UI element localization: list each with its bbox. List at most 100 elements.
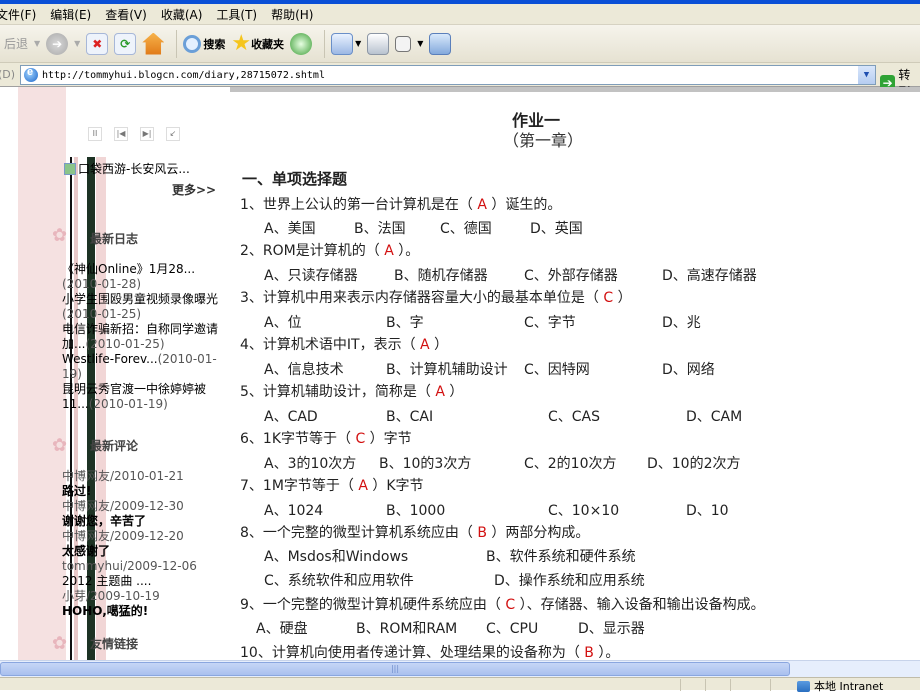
answer-option: B、1000: [386, 503, 446, 519]
status-divider: [705, 679, 706, 691]
forward-button[interactable]: ➔ ▼: [46, 32, 81, 55]
comment-item[interactable]: tommyhui/2009-12-06 2012 主题曲 ....: [62, 559, 222, 589]
chevron-down-icon: ▼: [34, 39, 41, 48]
pause-button[interactable]: II: [88, 127, 102, 141]
back-button[interactable]: 后退 ▼: [4, 35, 40, 52]
answer-option: C、2的10次方: [524, 456, 617, 472]
question-stem-end: ）诞生的。: [486, 197, 562, 213]
answer-option: B、CAI: [386, 409, 434, 425]
status-divider: [680, 679, 681, 691]
menu-edit[interactable]: 编辑(E): [50, 6, 91, 23]
answer-letter: A: [420, 337, 430, 353]
question-text: 5、计算机辅助设计，简称是（ A ）: [240, 381, 463, 401]
flower-icon: ✿: [52, 633, 68, 654]
question-stem: 8、一个完整的微型计算机系统应由（: [240, 525, 478, 541]
popout-button[interactable]: ↙: [166, 127, 180, 141]
favorites-button[interactable]: ★ 收藏夹: [231, 32, 284, 55]
refresh-icon[interactable]: ⟳: [114, 32, 137, 55]
toolbar-divider: [176, 29, 178, 58]
header-shadow: [230, 87, 920, 92]
question-stem: 6、1K字节等于（: [240, 431, 356, 447]
recent-post-item[interactable]: 昆明云秀官渡一中徐婷婷被11...(2010-01-19): [62, 382, 222, 412]
question-stem: 10、计算机向使用者传递计算、处理结果的设备称为（: [240, 645, 585, 660]
question-text: 8、一个完整的微型计算机系统应由（ B ）两部分构成。: [240, 522, 589, 542]
status-bar: 本地 Intranet: [0, 677, 920, 693]
answer-option: A、只读存储器: [264, 268, 358, 284]
question-stem-end: ）字节: [365, 431, 412, 447]
previous-button[interactable]: |◀: [114, 127, 128, 141]
recent-post-item[interactable]: 电信诈骗新招：自称同学邀请加...(2010-01-25): [62, 322, 222, 352]
answer-option: C、10×10: [548, 503, 620, 519]
question-text: 2、ROM是计算机的（ A ）。: [240, 240, 419, 260]
question-stem-end: ）。: [393, 243, 420, 259]
question-text: 6、1K字节等于（ C ）字节: [240, 428, 412, 448]
flower-icon: ✿: [52, 225, 68, 246]
more-link[interactable]: 更多>>: [172, 181, 216, 198]
recent-post-item[interactable]: 小学生围殴男童视频录像曝光(2010-01-25): [62, 292, 222, 322]
answer-option: D、高速存储器: [662, 268, 757, 284]
question-text: 9、一个完整的微型计算机硬件系统应由（ C ）、存储器、输入设备和输出设备构成。: [240, 594, 765, 614]
menu-help[interactable]: 帮助(H): [271, 6, 313, 23]
recent-comments-list: 中博网友/2010-01-21 路过! 中博网友/2009-12-30 谢谢您，辛苦…: [62, 469, 222, 619]
answer-option: A、Msdos和Windows: [264, 549, 409, 565]
edit-page-icon: [395, 35, 412, 52]
answer-option: A、3的10次方: [264, 456, 357, 472]
answer-letter: C: [355, 431, 366, 447]
comment-item[interactable]: 小芽/2009-10-19 HOHO,噶猛的!: [62, 589, 222, 619]
question-text: 4、计算机术语中IT，表示（ A ）: [240, 334, 448, 354]
answer-option: B、计算机辅助设计: [386, 362, 508, 378]
question-stem-end: ）: [429, 337, 449, 353]
question-text: 3、计算机中用来表示内存储器容量大小的最基本单位是（ C ）: [240, 287, 632, 307]
question-stem: 1、世界上公认的第一台计算机是在（: [240, 197, 478, 213]
research-icon[interactable]: [429, 32, 452, 55]
menu-view[interactable]: 查看(V): [105, 6, 147, 23]
home-icon[interactable]: [142, 32, 165, 55]
url-input[interactable]: http://tommyhui.blogcn.com/diary,2871507…: [20, 65, 876, 85]
answer-option: D、操作系统和应用系统: [494, 573, 645, 589]
security-zone: 本地 Intranet: [797, 678, 883, 694]
print-icon[interactable]: [367, 32, 390, 55]
status-divider: [770, 679, 771, 691]
links-title: 友情链接: [90, 637, 139, 651]
question-stem-end: ）: [444, 384, 464, 400]
recent-posts-list: 《神仙Online》1月28...(2010-01-28) 小学生围殴男童视频录…: [62, 262, 222, 412]
answer-option: D、10: [686, 503, 729, 519]
page-content: II |◀ ▶| ↙ 口袋西游-长安风云... 更多>> ✿ 最新日志 《神仙O…: [0, 87, 920, 660]
forward-arrow-icon: ➔: [46, 32, 69, 55]
scrollbar-thumb[interactable]: |||: [0, 662, 790, 676]
answer-letter: B: [584, 645, 594, 660]
chevron-down-icon: ▼: [74, 39, 81, 48]
answer-option: C、德国: [440, 221, 492, 237]
question-stem-end: ）、存储器、输入设备和输出设备构成。: [515, 597, 765, 613]
edit-button[interactable]: ▼: [395, 35, 423, 52]
answer-letter: C: [505, 597, 516, 613]
answer-option: C、CPU: [486, 621, 539, 637]
answer-letter: A: [358, 478, 368, 494]
stop-icon[interactable]: ✖: [86, 32, 109, 55]
question-stem: 9、一个完整的微型计算机硬件系统应由（: [240, 597, 506, 613]
address-bar: (D) http://tommyhui.blogcn.com/diary,287…: [0, 63, 920, 99]
recent-post-item[interactable]: Westlife-Forev...(2010-01-19): [62, 352, 222, 382]
next-button[interactable]: ▶|: [140, 127, 154, 141]
music-track[interactable]: 口袋西游-长安风云...: [64, 160, 190, 177]
answer-option: D、网络: [662, 362, 715, 378]
comment-item[interactable]: 中博网友/2010-01-21 路过!: [62, 469, 222, 499]
recent-post-item[interactable]: 《神仙Online》1月28...(2010-01-28): [62, 262, 222, 292]
mail-button[interactable]: ▼: [331, 32, 361, 55]
menu-favorites[interactable]: 收藏(A): [161, 6, 203, 23]
menu-tools[interactable]: 工具(T): [216, 6, 257, 23]
address-dropdown-icon[interactable]: ▼: [858, 66, 875, 84]
answer-option: C、系统软件和应用软件: [264, 573, 414, 589]
comment-item[interactable]: 中博网友/2009-12-20 太感谢了: [62, 529, 222, 559]
status-divider: [730, 679, 731, 691]
answer-option: A、位: [264, 315, 302, 331]
search-button[interactable]: 搜索: [183, 34, 225, 53]
answer-letter: A: [477, 197, 487, 213]
answer-option: C、因特网: [524, 362, 590, 378]
answer-option: B、软件系统和硬件系统: [486, 549, 636, 565]
comment-item[interactable]: 中博网友/2009-12-30 谢谢您，辛苦了: [62, 499, 222, 529]
horizontal-scrollbar[interactable]: |||: [0, 660, 920, 677]
history-icon[interactable]: [290, 32, 313, 55]
ie-page-icon: [24, 66, 38, 82]
menu-file[interactable]: 文件(F): [0, 6, 36, 23]
